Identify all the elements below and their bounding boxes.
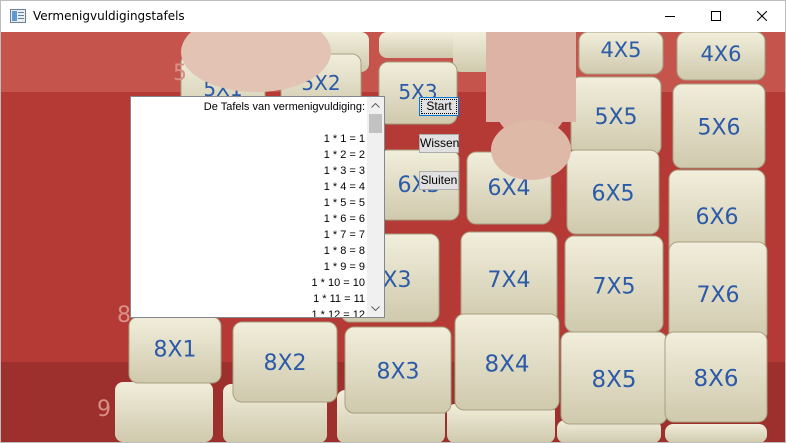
- multiplication-listbox[interactable]: De Tafels van vermenigvuldiging: 1 * 1 = …: [130, 96, 385, 318]
- list-item[interactable]: 1 * 10 = 10: [131, 275, 367, 291]
- title-bar[interactable]: Vermenigvuldigingstafels: [1, 1, 785, 32]
- close-button[interactable]: [739, 1, 785, 32]
- board-tile: [115, 382, 213, 442]
- list-item[interactable]: 1 * 9 = 9: [131, 259, 367, 275]
- list-item[interactable]: 1 * 4 = 4: [131, 179, 367, 195]
- tile-label: 6X5: [591, 181, 634, 206]
- chevron-up-icon: [371, 103, 380, 108]
- tile-label: 8X1: [153, 338, 196, 363]
- tile-label: 4X5: [600, 38, 641, 62]
- row-number: 9: [97, 397, 111, 422]
- row-number: 8: [117, 303, 131, 328]
- list-item[interactable]: De Tafels van vermenigvuldiging:: [131, 99, 367, 115]
- window-title: Vermenigvuldigingstafels: [33, 9, 185, 23]
- scroll-thumb[interactable]: [369, 114, 382, 133]
- chevron-down-icon: [371, 306, 380, 311]
- tile-label: 7X4: [487, 268, 530, 293]
- tile-label: 8X2: [263, 351, 306, 376]
- tile-label: 7X6: [696, 283, 739, 308]
- tile-label: 8X6: [693, 366, 738, 392]
- scroll-down-button[interactable]: [367, 300, 384, 317]
- minimize-icon: [665, 16, 675, 17]
- close-icon: [757, 11, 767, 21]
- list-item[interactable]: 1 * 1 = 1: [131, 131, 367, 147]
- list-item[interactable]: 1 * 12 = 12: [131, 307, 367, 317]
- list-item[interactable]: [131, 115, 367, 131]
- app-window: Vermenigvuldigingstafels 5X1 5X2 5X3 4X5 4X6…: [0, 0, 786, 443]
- application-window-icon[interactable]: [10, 9, 26, 23]
- sluiten-button[interactable]: Sluiten: [419, 171, 459, 190]
- client-area: 5X15X25X34X54X65X55X66X36X46X56X67X37X47…: [1, 32, 785, 442]
- listbox-scrollbar[interactable]: [367, 97, 384, 317]
- list-item[interactable]: 1 * 6 = 6: [131, 211, 367, 227]
- list-item[interactable]: 1 * 11 = 11: [131, 291, 367, 307]
- tile-label: 7X5: [592, 275, 635, 300]
- maximize-button[interactable]: [693, 1, 739, 32]
- minimize-button[interactable]: [647, 1, 693, 32]
- maximize-icon: [711, 11, 721, 21]
- tile-label: 8X3: [376, 360, 419, 385]
- tile-label: 5X5: [594, 105, 637, 130]
- wissen-button[interactable]: Wissen: [419, 134, 459, 153]
- tile-label: 6X6: [695, 205, 738, 230]
- tile-label: 8X5: [591, 367, 636, 393]
- list-item[interactable]: 1 * 8 = 8: [131, 243, 367, 259]
- background-photo: 5X15X25X34X54X65X55X66X36X46X56X67X37X47…: [1, 32, 785, 442]
- list-item[interactable]: 1 * 5 = 5: [131, 195, 367, 211]
- tile-label: 5X6: [697, 115, 740, 140]
- tile-label: 6X4: [487, 176, 530, 201]
- list-item[interactable]: 1 * 3 = 3: [131, 163, 367, 179]
- row-number: 5: [173, 61, 187, 86]
- scroll-up-button[interactable]: [367, 97, 384, 114]
- list-item[interactable]: 1 * 7 = 7: [131, 227, 367, 243]
- listbox-items: De Tafels van vermenigvuldiging: 1 * 1 = …: [131, 99, 367, 317]
- board-tile: [665, 424, 767, 442]
- list-item[interactable]: 1 * 2 = 2: [131, 147, 367, 163]
- start-button[interactable]: Start: [419, 97, 459, 116]
- tile-label: 8X4: [484, 352, 529, 378]
- tile-label: 4X6: [700, 42, 741, 66]
